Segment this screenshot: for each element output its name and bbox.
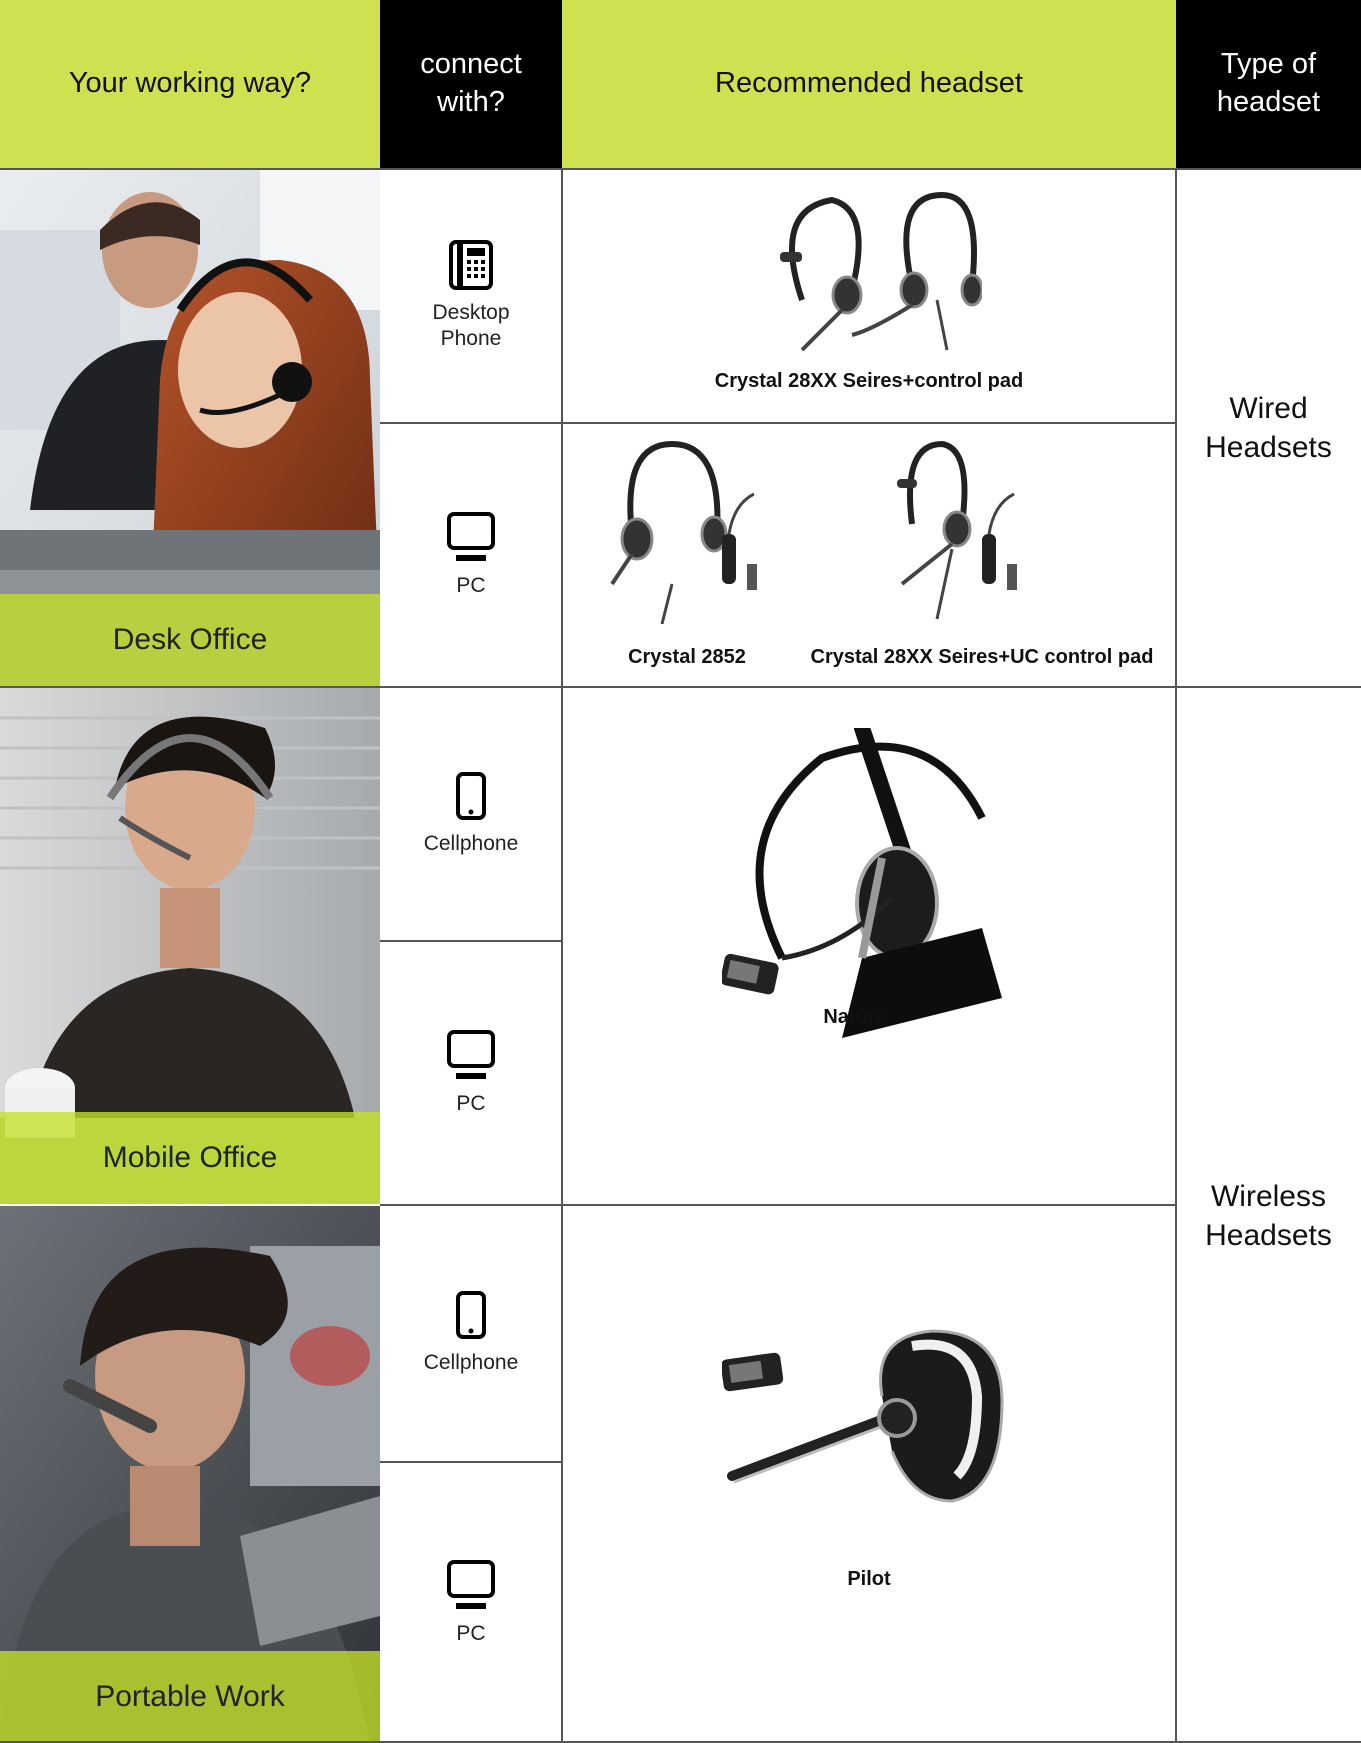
conn-desk-phone: Desktop Phone — [380, 170, 562, 422]
header-recommended-headset: Recommended headset — [562, 0, 1176, 168]
product-crystal-2852-name: Crystal 2852 — [628, 646, 746, 668]
conn-mobile-cellphone-label: Cellphone — [423, 831, 519, 855]
desk-office-photo: Desk Office — [0, 170, 380, 686]
product-crystal-uc-name: Crystal 28XX Seires+UC control pad — [810, 646, 1154, 668]
product-nature-name: Nature — [823, 1006, 887, 1028]
pilot-headset-image — [722, 1329, 1004, 1503]
mobile-office-photo: Mobile Office — [0, 688, 380, 1204]
conn-mobile-pc-label: PC — [456, 1091, 486, 1115]
header-type-line2: headset — [1216, 86, 1321, 118]
conn-portable-cellphone-label: Cellphone — [423, 1351, 519, 1375]
monitor-icon — [447, 1559, 495, 1609]
monitor-icon — [447, 511, 495, 561]
product-pilot: Pilot — [562, 1206, 1176, 1743]
header-working-way-text: Your working way? — [68, 67, 312, 100]
desk-phone-icon — [449, 239, 493, 290]
type-wired-text: Wired Headsets — [1205, 389, 1332, 467]
type-wireless: Wireless Headsets — [1176, 688, 1361, 1743]
grid-line-col3 — [1175, 168, 1177, 1743]
type-wired-line2: Headsets — [1205, 431, 1332, 464]
conn-portable-pc: PC — [380, 1463, 562, 1743]
header-type-text: Type of headset — [1217, 46, 1320, 121]
grid-line-col2 — [561, 168, 563, 1743]
header-connect-with: connect with? — [380, 0, 562, 168]
mobile-office-label-text: Mobile Office — [102, 1141, 278, 1174]
conn-mobile-pc: PC — [380, 942, 562, 1204]
grid-line-row1-bottom — [0, 686, 1361, 688]
conn-desk-phone-line2: Phone — [440, 327, 502, 350]
grid-line-row1-mid — [380, 422, 1176, 424]
conn-portable-pc-label: PC — [456, 1621, 486, 1645]
type-wired-line1: Wired — [1229, 392, 1308, 425]
conn-mobile-cellphone: Cellphone — [380, 688, 562, 940]
crystal-uc-headset-image — [897, 440, 1017, 620]
conn-desk-pc: PC — [380, 424, 562, 686]
product-crystal-desk: Crystal 28XX Seires+control pad — [562, 170, 1176, 422]
product-nature: Nature — [562, 688, 1176, 1204]
portable-work-photo: Portable Work — [0, 1206, 380, 1743]
product-pilot-name: Pilot — [847, 1568, 891, 1590]
cellphone-icon — [456, 771, 486, 820]
grid-line-row2-mid — [380, 940, 562, 942]
header-recommended-text: Recommended headset — [715, 67, 1023, 100]
header-connect-line2: with? — [437, 86, 505, 118]
product-crystal-pc: Crystal 2852 Crystal 28XX Seires+UC cont… — [562, 424, 1176, 686]
desk-office-label: Desk Office — [0, 594, 380, 686]
crystal-mono-headset-image — [780, 191, 982, 352]
type-wireless-line1: Wireless — [1210, 1179, 1326, 1213]
header-connect-line1: connect — [420, 48, 522, 81]
product-crystal-desk-name: Crystal 28XX Seires+control pad — [714, 370, 1024, 392]
crystal-2852-headset-image — [610, 440, 757, 624]
portable-work-label: Portable Work — [0, 1651, 380, 1743]
grid-line-header-bottom — [0, 168, 1361, 170]
monitor-icon — [447, 1029, 495, 1079]
header-connect-with-text: connect with? — [420, 46, 522, 121]
type-wireless-text: Wireless Headsets — [1205, 1177, 1332, 1255]
type-wireless-line2: Headsets — [1205, 1218, 1332, 1252]
header-type-line1: Type of — [1220, 48, 1317, 81]
grid-line-row2-bottom — [380, 1204, 1176, 1206]
header-working-way: Your working way? — [0, 0, 380, 168]
header-type-of-headset: Type of headset — [1176, 0, 1361, 168]
portable-work-label-text: Portable Work — [95, 1680, 285, 1713]
type-wired: Wired Headsets — [1176, 170, 1361, 686]
conn-portable-cellphone: Cellphone — [380, 1206, 562, 1461]
grid-line-row3-mid — [380, 1461, 562, 1463]
conn-desk-phone-line1: Desktop — [432, 300, 510, 324]
desk-office-label-text: Desk Office — [112, 623, 268, 656]
conn-desk-pc-label: PC — [456, 573, 486, 597]
mobile-office-label: Mobile Office — [0, 1112, 380, 1204]
cellphone-icon — [456, 1291, 486, 1340]
